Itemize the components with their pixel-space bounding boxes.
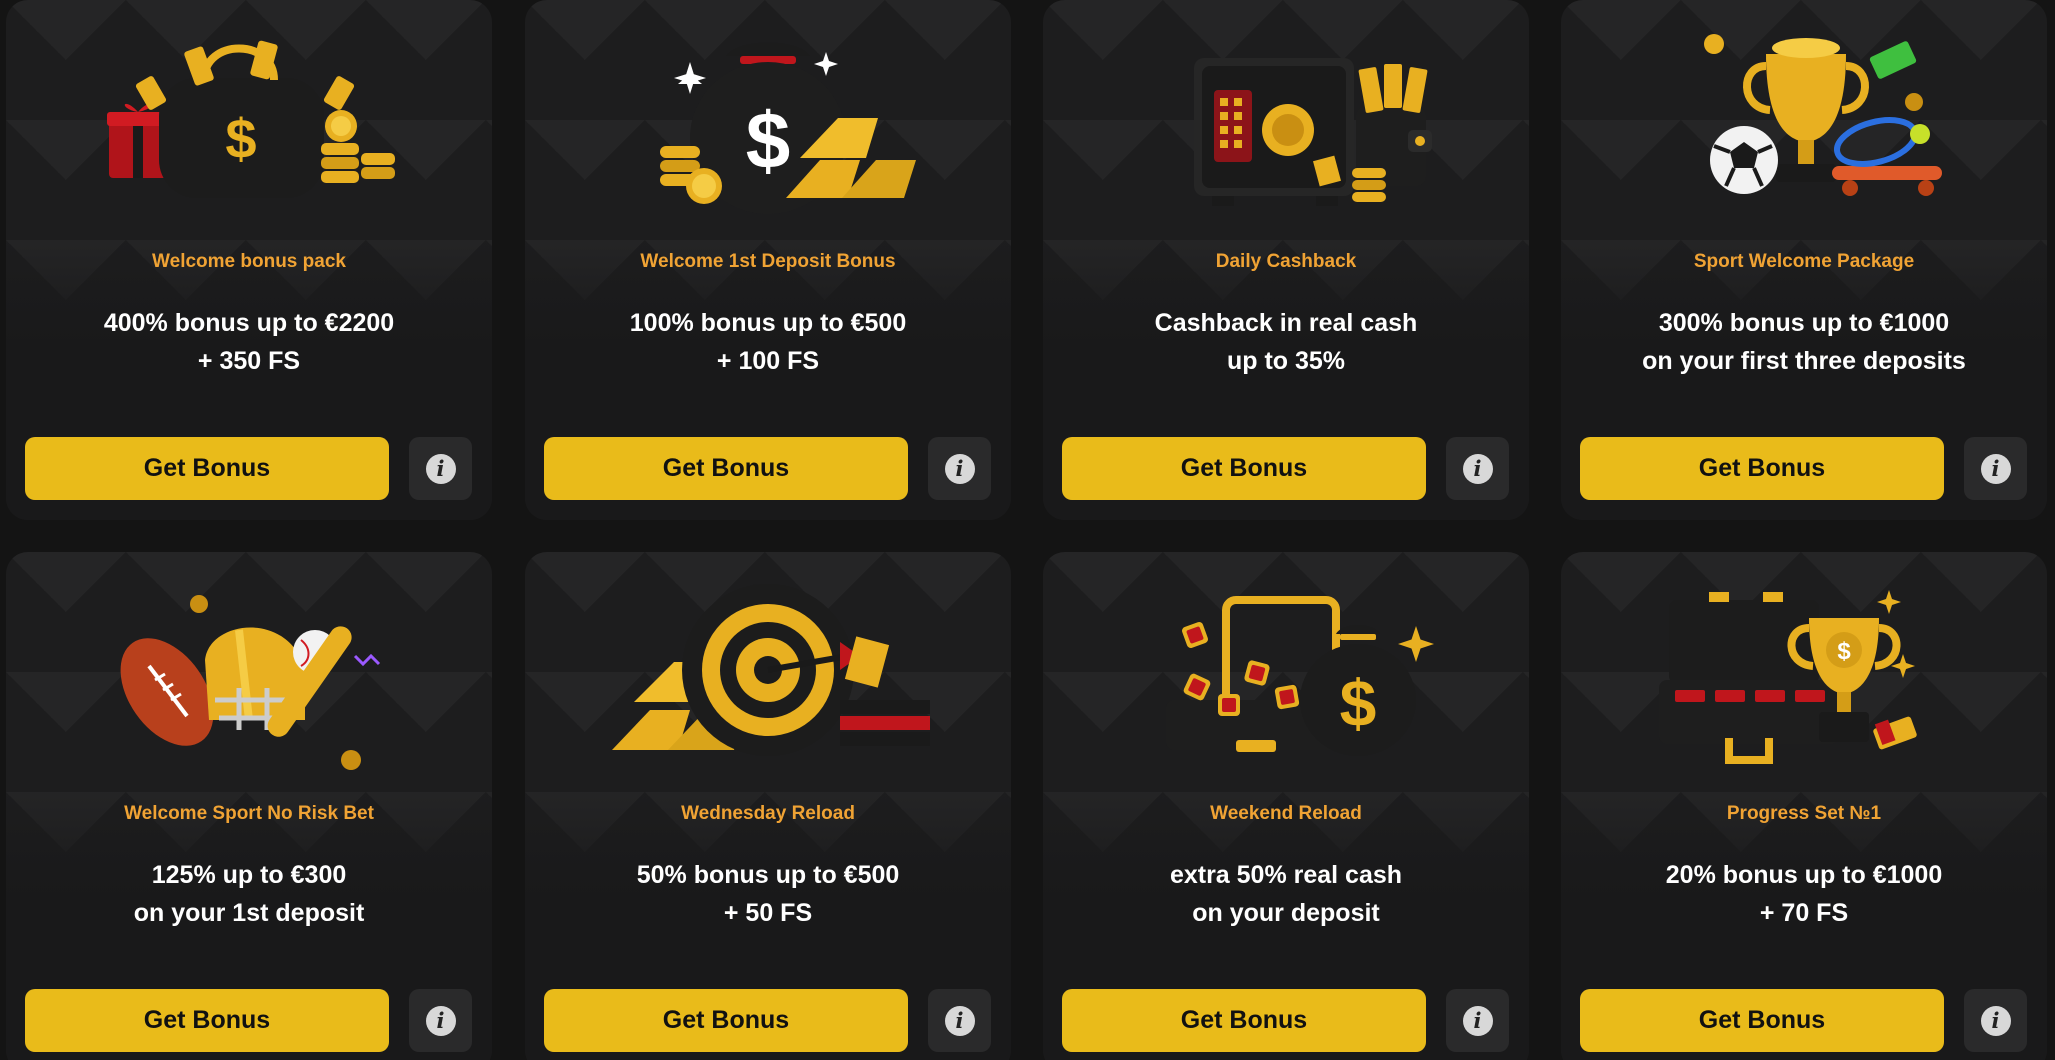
- get-bonus-button[interactable]: Get Bonus: [25, 437, 389, 500]
- safe-wallet-icon: [1043, 18, 1529, 218]
- bonus-description-line1: Cashback in real cash: [1154, 309, 1418, 337]
- info-button[interactable]: i: [1964, 437, 2027, 500]
- bonus-description-line2: up to 35%: [1226, 347, 1346, 375]
- bonus-grid: $ Welcome bonus pack 400% bonus up to €2…: [0, 0, 2055, 1060]
- bonus-title: Progress Set №1: [1726, 803, 1882, 824]
- get-bonus-button[interactable]: Get Bonus: [1580, 437, 1944, 500]
- bonus-title: Daily Cashback: [1215, 251, 1357, 272]
- info-button[interactable]: i: [928, 989, 991, 1052]
- bonus-card-weekend-reload: $ Weekend Reload extra 50% real cash on …: [1043, 552, 1529, 1060]
- info-button[interactable]: i: [1964, 989, 2027, 1052]
- trophy-sports-icon: [1561, 18, 2047, 218]
- info-icon: i: [425, 453, 456, 484]
- bonus-description-line1: 20% bonus up to €1000: [1665, 861, 1943, 889]
- get-bonus-button[interactable]: Get Bonus: [25, 989, 389, 1052]
- bonus-card-sport-welcome: Sport Welcome Package 300% bonus up to €…: [1561, 0, 2047, 520]
- bonus-title: Weekend Reload: [1210, 803, 1362, 824]
- briefcase-trophy-icon: $: [1561, 570, 2047, 770]
- bonus-description-line2: + 100 FS: [716, 347, 820, 375]
- bonus-description: Cashback in real cash up to 35%: [1043, 304, 1529, 380]
- get-bonus-button[interactable]: Get Bonus: [1062, 437, 1426, 500]
- bonus-title: Wednesday Reload: [681, 803, 855, 824]
- bonus-description: 100% bonus up to €500 + 100 FS: [525, 304, 1011, 380]
- bonus-title: Welcome 1st Deposit Bonus: [640, 251, 896, 272]
- bonus-description: 300% bonus up to €1000 on your first thr…: [1561, 304, 2047, 380]
- bonus-card-wednesday-reload: Wednesday Reload 50% bonus up to €500 + …: [525, 552, 1011, 1060]
- info-icon: i: [425, 1005, 456, 1036]
- bonus-description: 400% bonus up to €2200 + 350 FS: [6, 304, 492, 380]
- info-icon: i: [1980, 1005, 2011, 1036]
- get-bonus-button[interactable]: Get Bonus: [1580, 989, 1944, 1052]
- info-button[interactable]: i: [1446, 437, 1509, 500]
- football-helmet-bat-icon: [6, 570, 492, 770]
- bonus-description: extra 50% real cash on your deposit: [1043, 856, 1529, 932]
- bonus-card-welcome-pack: $ Welcome bonus pack 400% bonus up to €2…: [6, 0, 492, 520]
- bonus-card-first-deposit: $ Welcome 1st Deposit Bonus 100% bonus u…: [525, 0, 1011, 520]
- bonus-description-line1: 125% up to €300: [151, 861, 347, 889]
- bonus-description-line1: extra 50% real cash: [1169, 861, 1403, 889]
- get-bonus-button[interactable]: Get Bonus: [544, 989, 908, 1052]
- bonus-title: Welcome bonus pack: [152, 251, 346, 272]
- money-bag-gold-bars-icon: $: [525, 18, 1011, 218]
- bonus-card-progress-set: $ Progress Set №1 20% bonus up to €1000 …: [1561, 552, 2047, 1060]
- bonus-description-line1: 50% bonus up to €500: [636, 861, 900, 889]
- svg-text:$: $: [1340, 666, 1377, 740]
- svg-text:$: $: [225, 107, 256, 170]
- bonus-title: Welcome Sport No Risk Bet: [124, 803, 374, 824]
- bonus-title: Sport Welcome Package: [1693, 251, 1915, 272]
- bonus-description-line1: 300% bonus up to €1000: [1658, 309, 1950, 337]
- bonus-description-line2: + 50 FS: [723, 899, 813, 927]
- gift-bag-coins-icon: $: [6, 18, 492, 218]
- bonus-card-no-risk-bet: Welcome Sport No Risk Bet 125% up to €30…: [6, 552, 492, 1060]
- bonus-description-line1: 100% bonus up to €500: [629, 309, 907, 337]
- info-button[interactable]: i: [409, 989, 472, 1052]
- bonus-description: 50% bonus up to €500 + 50 FS: [525, 856, 1011, 932]
- target-gold-bars-icon: [525, 570, 1011, 770]
- bonus-description: 125% up to €300 on your 1st deposit: [6, 856, 492, 932]
- info-icon: i: [1462, 1005, 1493, 1036]
- get-bonus-button[interactable]: Get Bonus: [1062, 989, 1426, 1052]
- bonus-description-line2: + 350 FS: [197, 347, 301, 375]
- info-icon: i: [1980, 453, 2011, 484]
- info-icon: i: [944, 1005, 975, 1036]
- info-button[interactable]: i: [1446, 989, 1509, 1052]
- get-bonus-button[interactable]: Get Bonus: [544, 437, 908, 500]
- info-icon: i: [944, 453, 975, 484]
- bonus-description-line1: 400% bonus up to €2200: [103, 309, 395, 337]
- info-icon: i: [1462, 453, 1493, 484]
- svg-text:$: $: [1837, 638, 1851, 665]
- info-button[interactable]: i: [928, 437, 991, 500]
- info-button[interactable]: i: [409, 437, 472, 500]
- svg-text:$: $: [746, 96, 791, 185]
- bonus-description-line2: on your deposit: [1192, 899, 1380, 927]
- bonus-description-line2: on your first three deposits: [1642, 347, 1966, 375]
- suitcase-money-bag-icon: $: [1043, 570, 1529, 770]
- bonus-description: 20% bonus up to €1000 + 70 FS: [1561, 856, 2047, 932]
- bonus-description-line2: on your 1st deposit: [133, 899, 365, 927]
- bonus-card-daily-cashback: Daily Cashback Cashback in real cash up …: [1043, 0, 1529, 520]
- bonus-description-line2: + 70 FS: [1759, 899, 1849, 927]
